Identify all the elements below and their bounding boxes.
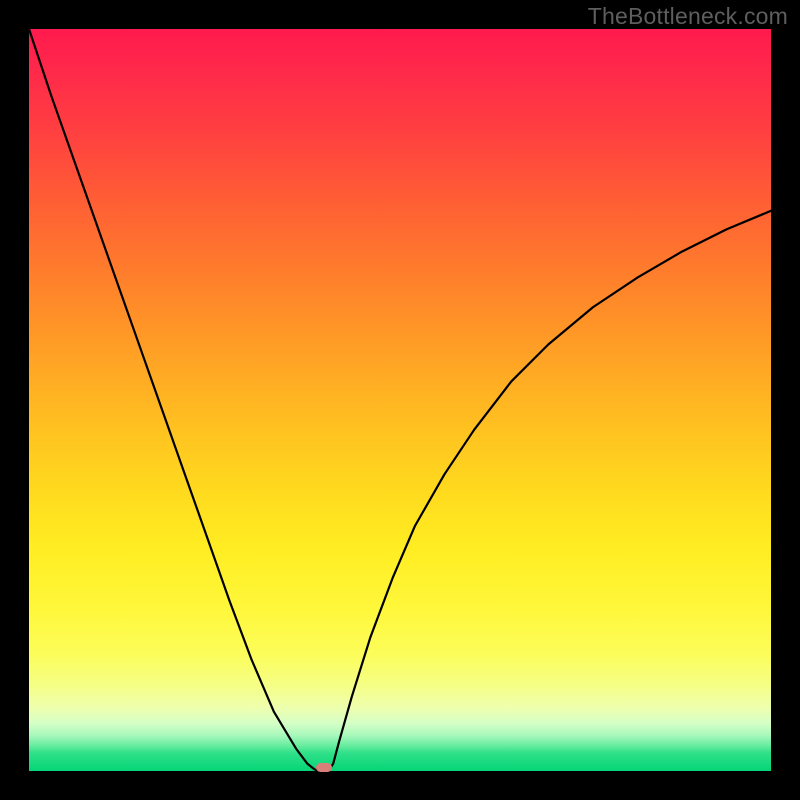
- chart-frame: { "watermark": "TheBottleneck.com", "cha…: [0, 0, 800, 800]
- min-marker: [316, 763, 332, 772]
- plot-area: [29, 29, 771, 771]
- curve-svg: [29, 29, 771, 771]
- watermark-text: TheBottleneck.com: [588, 3, 788, 30]
- bottleneck-curve: [29, 29, 771, 771]
